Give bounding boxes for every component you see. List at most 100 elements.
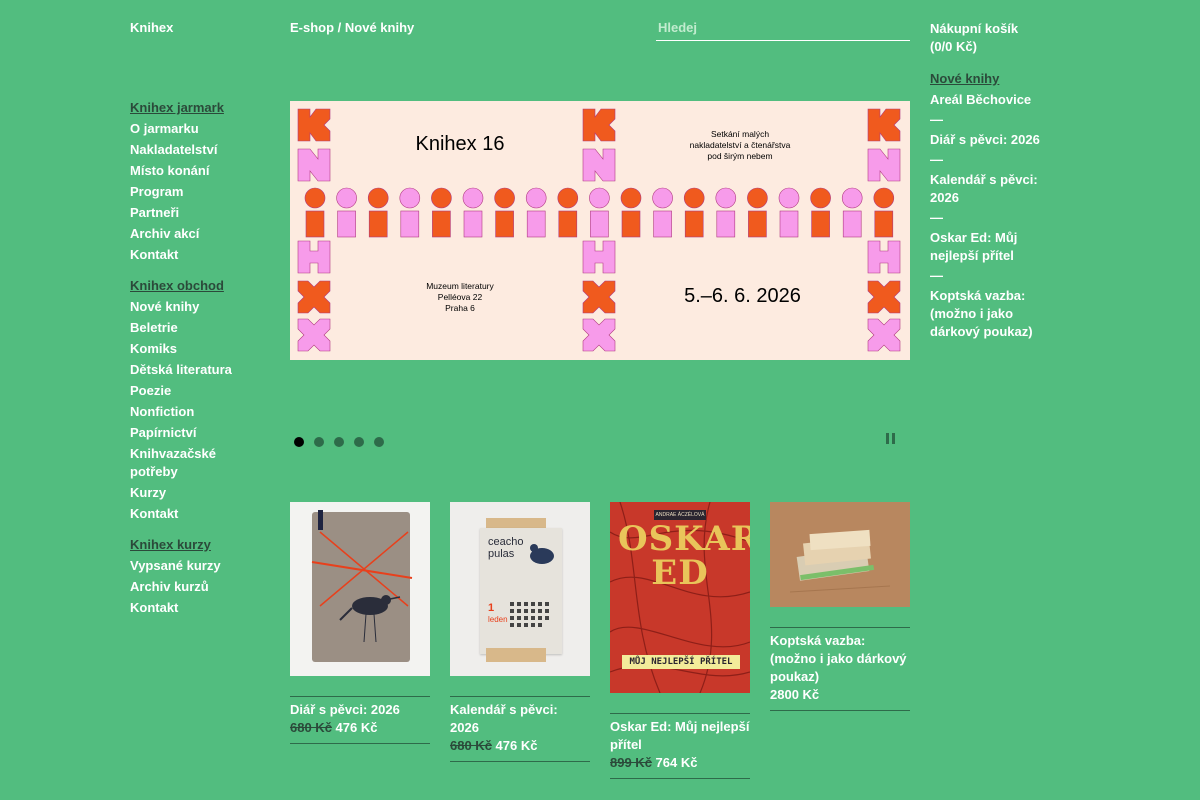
nav-item[interactable]: Vypsané kurzy — [130, 555, 260, 576]
cart-label[interactable]: Nákupní košík — [930, 20, 1018, 38]
separator: — — [930, 112, 943, 127]
pause-button[interactable] — [886, 433, 896, 445]
figure-body — [748, 210, 767, 238]
n-letter-block — [297, 148, 331, 182]
nav-group-heading[interactable]: Knihex kurzy — [130, 534, 260, 555]
cart-value: (0/0 Kč) — [930, 39, 977, 54]
pause-icon — [886, 433, 889, 444]
slider-dot[interactable] — [374, 437, 384, 447]
figure-body — [400, 210, 420, 238]
nav-item[interactable]: Partneři — [130, 202, 260, 223]
nav-item[interactable]: Kontakt — [130, 244, 260, 265]
figure-body — [621, 210, 641, 238]
nav-item[interactable]: Program — [130, 181, 260, 202]
figure-head — [873, 187, 895, 209]
nav-group: Knihex jarmark O jarmarku Nakladatelství Mí… — [130, 97, 260, 265]
x-letter-block — [867, 280, 901, 314]
figure-body — [305, 210, 325, 238]
product-title[interactable]: Koptská vazba: (možno i jako dárkový pou… — [770, 632, 910, 686]
figure-head — [557, 187, 579, 209]
figure-head — [367, 187, 389, 209]
slider-dot[interactable] — [314, 437, 324, 447]
banner-title: Knihex 16 — [415, 133, 505, 155]
sidebar-item[interactable]: Kalendář s pěvci: 2026 — [930, 171, 1050, 207]
product-title[interactable]: Diář s pěvci: 2026 — [290, 701, 430, 719]
product-old-price: 899 Kč — [610, 755, 652, 770]
nav-item[interactable]: Nové knihy — [130, 296, 260, 317]
nav-item[interactable]: Komiks — [130, 338, 260, 359]
nav-item[interactable]: Beletrie — [130, 317, 260, 338]
cart[interactable]: Nákupní košík (0/0 Kč) — [930, 20, 1018, 56]
product-card[interactable]: ANDRAE ÁCZÉLOVÁ OSKAR ED MŮJ NEJLEPŠÍ PŘ… — [610, 502, 750, 779]
figure-body — [842, 210, 862, 238]
x-letter-block — [867, 318, 901, 352]
product-price: 476 Kč — [335, 720, 378, 735]
nav-item[interactable]: O jarmarku — [130, 118, 260, 139]
figure-body — [874, 210, 894, 238]
figure-body — [779, 210, 799, 238]
nav-item[interactable]: Kurzy — [130, 482, 260, 503]
coptic-books-photo — [789, 529, 891, 593]
product-card[interactable]: Koptská vazba: (možno i jako dárkový pou… — [770, 502, 910, 711]
figure-body — [337, 210, 356, 238]
product-image-coptic[interactable] — [770, 502, 910, 607]
figure-head — [399, 187, 421, 209]
sidebar-item[interactable]: Oskar Ed: Můj nejlepší přítel — [930, 229, 1050, 265]
nav-group-heading[interactable]: Knihex obchod — [130, 275, 260, 296]
figure-body — [716, 210, 736, 238]
sidebar-heading-new-books[interactable]: Nové knihy — [930, 70, 1050, 88]
figure-body — [684, 210, 704, 238]
nav-group-heading[interactable]: Knihex jarmark — [130, 97, 260, 118]
breadcrumb[interactable]: E-shop / Nové knihy — [290, 20, 414, 35]
figure-head — [525, 187, 547, 209]
x-letter-block — [297, 318, 331, 352]
figure-body — [432, 210, 451, 238]
sidebar-item[interactable]: Diář s pěvci: 2026 — [930, 131, 1050, 149]
nav-item[interactable]: Kontakt — [130, 597, 260, 618]
slider-dots — [294, 437, 384, 447]
nav-group: Knihex obchod Nové knihy Beletrie Komiks Dět… — [130, 275, 260, 524]
product-image-calendar[interactable]: ceachopulas 1 leden — [450, 502, 590, 676]
nav-item[interactable]: Nonfiction — [130, 401, 260, 422]
product-info: Kalendář s pěvci: 2026 680 Kč 476 Kč — [450, 696, 590, 762]
figure-body — [526, 210, 546, 238]
product-image-diary[interactable] — [290, 502, 430, 676]
nav-item[interactable]: Kontakt — [130, 503, 260, 524]
nav-item[interactable]: Archiv kurzů — [130, 576, 260, 597]
product-card[interactable]: Diář s pěvci: 2026 680 Kč 476 Kč — [290, 502, 430, 744]
nav-item[interactable]: Knihvazačské potřeby — [130, 443, 260, 482]
brand-link[interactable]: Knihex — [130, 20, 173, 35]
hero-banner[interactable]: Knihex 16 Setkání malých nakladatelství … — [290, 101, 910, 360]
nav-item[interactable]: Nakladatelství — [130, 139, 260, 160]
sidebar-item[interactable]: Koptská vazba: (možno i jako dárkový pou… — [930, 287, 1050, 341]
figure-body — [368, 210, 388, 238]
product-image-oskar-ed[interactable]: ANDRAE ÁCZÉLOVÁ OSKAR ED MŮJ NEJLEPŠÍ PŘ… — [610, 502, 750, 693]
slider-dot[interactable] — [354, 437, 364, 447]
separator: — — [930, 210, 943, 225]
new-books-sidebar: Nové knihy Areál Běchovice — Diář s pěvc… — [930, 70, 1050, 341]
figure-head — [336, 187, 357, 209]
figure-body — [590, 210, 609, 238]
nav-group: Knihex kurzy Vypsané kurzy Archiv kurzů Kon… — [130, 534, 260, 618]
product-title[interactable]: Oskar Ed: Můj nejlepší přítel — [610, 718, 750, 754]
product-title[interactable]: Kalendář s pěvci: 2026 — [450, 701, 590, 737]
slider-dot[interactable] — [334, 437, 344, 447]
banner-dates: 5.–6. 6. 2026 — [684, 285, 801, 307]
n-letter-block — [582, 148, 616, 182]
slider-dot[interactable] — [294, 437, 304, 447]
figure-body — [463, 210, 483, 238]
product-info: Koptská vazba: (možno i jako dárkový pou… — [770, 627, 910, 711]
nav-item[interactable]: Dětská literatura — [130, 359, 260, 380]
x-letter-block — [297, 280, 331, 314]
product-card[interactable]: ceachopulas 1 leden Kalendář s pěvci: 20… — [450, 502, 590, 762]
nav-item[interactable]: Papírnictví — [130, 422, 260, 443]
nav-item[interactable]: Poezie — [130, 380, 260, 401]
figure-head — [810, 187, 831, 209]
figure-head — [589, 187, 610, 209]
sidebar-item[interactable]: Areál Běchovice — [930, 91, 1050, 109]
nav-item[interactable]: Archiv akcí — [130, 223, 260, 244]
search-input[interactable] — [656, 16, 914, 38]
calendar-month-name: leden — [488, 615, 508, 624]
product-info: Diář s pěvci: 2026 680 Kč 476 Kč — [290, 696, 430, 744]
nav-item[interactable]: Místo konání — [130, 160, 260, 181]
